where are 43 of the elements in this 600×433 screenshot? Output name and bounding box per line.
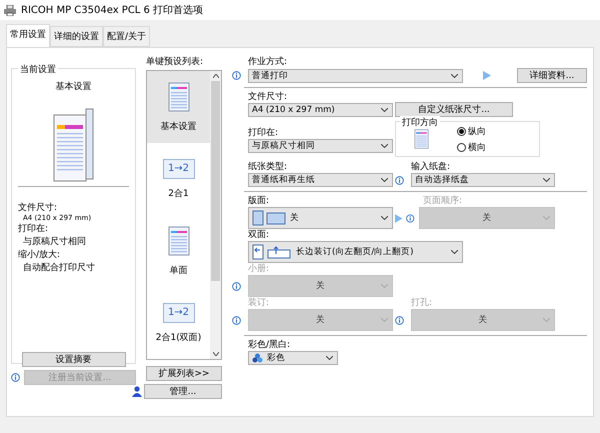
dropdown[interactable]: 普通纸和再生纸 [248,173,393,187]
field-label: 打孔: [411,297,432,309]
expand-button[interactable]: 扩展列表>> [146,366,222,381]
field-label: 小册: [248,263,270,275]
field-label: 装订: [248,297,270,309]
field-label: 作业方式: [248,56,288,68]
preset-name: 基本设置 [56,80,92,93]
list-label: 单键预设列表: [146,56,204,68]
dropdown[interactable]: 关 [248,207,393,229]
dropdown[interactable]: 长边装订(向左翻页/向上翻页) [248,241,463,263]
tab[interactable]: 常用设置 [6,24,50,47]
summary-label: 缩小/放大: [18,248,62,261]
field-label: 输入纸盘: [411,161,450,173]
two-in-one-icon: 1→2 [162,158,194,178]
dropdown[interactable]: 普通打印 [248,68,463,82]
field-label: 文件尺寸: [248,91,288,103]
field-label: 版面: [248,195,270,207]
field-label: 页面顺序: [423,195,462,207]
group-label: 当前设置 [18,63,58,76]
summary-label: 打印在: [18,222,50,235]
tab[interactable]: 配置/关于 [103,26,150,47]
radio-label: 纵向 [468,126,486,138]
dropdown[interactable]: 与原稿尺寸相同 [248,139,393,153]
summary-value: 与原稿尺寸相同 [22,236,87,248]
dropdown[interactable]: A4 (210 x 297 mm) [248,103,393,117]
field-label: 纸张类型: [248,161,288,173]
group-label: 打印方向 [400,116,440,129]
field-label: 双面: [248,229,270,241]
details-button[interactable]: 详细资料... [517,68,587,83]
summary-label: 文件尺寸: [18,202,58,214]
dropdown[interactable]: 彩色 [248,351,338,365]
manage-button[interactable]: 管理... [144,384,222,399]
field-label: 打印在: [248,127,278,139]
preset-item[interactable]: 基本设置 [147,71,210,143]
dropdown[interactable]: 自动选择纸盘 [410,173,555,187]
tab[interactable]: 详细的设置 [50,26,103,47]
radio-label: 横向 [468,142,486,154]
custom-size-button[interactable]: 自定义纸张尺寸... [395,102,513,117]
window-title: RICOH MP C3504ex PCL 6 打印首选项 [21,4,204,17]
two-in-one-icon: 1→2 [162,302,194,322]
field-label: 彩色/黑白: [248,339,290,351]
summary-value: 自动配合打印尺寸 [22,262,96,274]
summary-button[interactable]: 设置摘要 [22,352,126,367]
